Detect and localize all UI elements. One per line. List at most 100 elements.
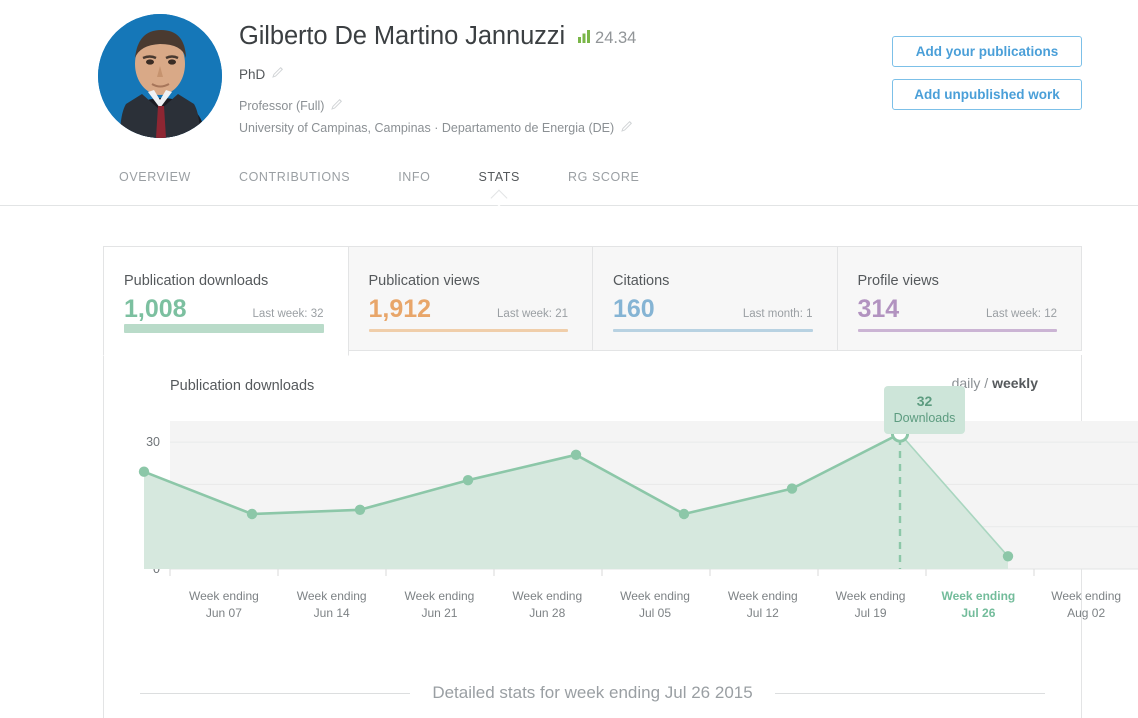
stat-card-subtext: Last week: 12	[986, 308, 1057, 320]
stat-cards: Publication downloads 1,008 Last week: 3…	[103, 246, 1082, 356]
pencil-icon[interactable]	[331, 97, 343, 115]
tab-overview[interactable]: OVERVIEW	[119, 170, 191, 198]
tooltip-label: Downloads	[893, 411, 956, 426]
affiliation-label: University of Campinas, Campinas · Depar…	[239, 121, 615, 135]
detailed-stats-title: Detailed stats for week ending Jul 26 20…	[432, 683, 753, 702]
x-label-jul-12[interactable]: Week ending Jul 12	[709, 588, 817, 623]
x-label-line1: Week ending	[188, 589, 259, 603]
data-point	[246, 508, 258, 520]
profile-header: Gilberto De Martino Jannuzzi 24.34 PhD P…	[0, 0, 1138, 170]
x-label-line2: Jun 14	[313, 606, 350, 621]
stat-card-title: Publication downloads	[124, 273, 269, 289]
svg-text:30: 30	[146, 435, 160, 449]
data-point	[786, 483, 798, 494]
x-label-line1: Week ending	[296, 589, 367, 603]
x-label-jul-19[interactable]: Week ending Jul 19	[817, 588, 925, 623]
x-label-line1: Week ending	[620, 589, 690, 603]
affiliation-row: University of Campinas, Campinas · Depar…	[239, 119, 636, 137]
tab-info[interactable]: INFO	[398, 170, 430, 198]
x-label-jun-14[interactable]: Week ending Jun 14	[278, 588, 386, 623]
stat-card-value: 1,912	[368, 295, 432, 323]
x-label-jun-21[interactable]: Week ending Jun 21	[386, 588, 494, 623]
stat-card-value: 160	[613, 295, 655, 323]
profile-photo-graphic	[98, 14, 222, 138]
tooltip-value: 32	[916, 393, 933, 409]
x-label-jun-07[interactable]: Week ending Jun 07	[170, 588, 278, 623]
x-label-line2: Jun 28	[529, 606, 566, 621]
stat-card-profile-views[interactable]: Profile views 314 Last week: 12	[837, 246, 1082, 351]
chart-plot-area[interactable]: 30 20 0 x . . . . 20 20 20 10	[104, 386, 1138, 623]
x-label-line1: Week ending	[941, 589, 1016, 603]
data-point	[462, 475, 474, 486]
stat-card-underline	[368, 329, 568, 332]
data-point	[678, 508, 690, 520]
x-label-line1: Week ending	[404, 589, 475, 603]
x-label-line2: Jun 21	[421, 606, 458, 621]
position-row: Professor (Full)	[239, 97, 636, 115]
data-point	[570, 449, 582, 460]
pencil-icon[interactable]	[272, 65, 284, 83]
data-point	[1002, 551, 1014, 562]
x-label-line2: Jul 19	[854, 606, 887, 621]
identity-block: Gilberto De Martino Jannuzzi 24.34 PhD P…	[239, 22, 636, 141]
page-title: Gilberto De Martino Jannuzzi	[239, 22, 566, 50]
avatar[interactable]	[98, 14, 222, 138]
x-label-aug-02[interactable]: Week ending Aug 02	[1032, 588, 1138, 623]
x-label-jul-26[interactable]: Week ending Jul 26	[924, 588, 1032, 623]
degree-row: PhD	[239, 65, 636, 83]
pencil-icon[interactable]	[621, 119, 633, 137]
tab-stats[interactable]: STATS	[479, 170, 520, 198]
x-label-jul-05[interactable]: Week ending Jul 05	[601, 588, 709, 623]
meta-block: Professor (Full) University of Campinas,…	[239, 97, 636, 137]
stat-card-underline	[613, 329, 813, 332]
granularity-weekly[interactable]: weekly	[992, 375, 1038, 391]
header-actions: Add your publications Add unpublished wo…	[892, 36, 1082, 110]
stat-card-publication-downloads[interactable]: Publication downloads 1,008 Last week: 3…	[103, 246, 349, 356]
stat-card-subtext: Last week: 21	[497, 308, 568, 320]
add-unpublished-work-button[interactable]: Add unpublished work	[892, 79, 1082, 110]
x-label-line1: Week ending	[727, 589, 798, 603]
stat-card-underline	[124, 324, 324, 333]
x-label-jun-28[interactable]: Week ending Jun 28	[493, 588, 601, 623]
profile-nav-tabs: OVERVIEW CONTRIBUTIONS INFO STATS RG SCO…	[0, 170, 1138, 206]
downloads-area-chart[interactable]: 30 20 0 x . . . . 20 20 20 10	[104, 408, 1138, 588]
stats-section: Publication downloads 1,008 Last week: 3…	[0, 206, 1138, 718]
detailed-stats-header: Detailed stats for week ending Jul 26 20…	[140, 683, 1045, 703]
nav-list: OVERVIEW CONTRIBUTIONS INFO STATS RG SCO…	[119, 170, 1138, 198]
granularity-separator: /	[980, 375, 993, 391]
x-label-line1: Week ending	[1051, 589, 1122, 603]
chart-tooltip: 32 Downloads	[884, 386, 965, 435]
stat-card-underline	[857, 329, 1057, 332]
divider-left	[140, 692, 411, 694]
rg-score-badge[interactable]: 24.34	[578, 29, 636, 48]
name-row: Gilberto De Martino Jannuzzi 24.34	[239, 22, 636, 51]
x-label-line1: Week ending	[835, 589, 906, 603]
stat-card-publication-views[interactable]: Publication views 1,912 Last week: 21	[348, 246, 593, 351]
stat-card-subtext: Last month: 1	[742, 308, 813, 320]
stat-card-subtext: Last week: 32	[252, 308, 324, 320]
data-point	[354, 504, 366, 515]
chart-title: Publication downloads	[170, 378, 315, 394]
x-label-line2: Aug 02	[1067, 606, 1106, 621]
x-label-line2: Jul 26	[961, 606, 996, 621]
tab-rg-score[interactable]: RG SCORE	[568, 170, 639, 198]
rg-score-value: 24.34	[595, 29, 637, 47]
position-label: Professor (Full)	[239, 99, 325, 113]
x-label-line2: Jul 05	[639, 606, 672, 621]
x-label-line2: Jul 12	[746, 606, 779, 621]
data-point	[138, 466, 150, 477]
bar-chart-icon	[578, 29, 591, 48]
x-label-line2: Jun 07	[205, 606, 242, 621]
stat-card-title: Publication views	[368, 273, 480, 289]
stat-card-value: 1,008	[124, 295, 187, 323]
add-publications-button[interactable]: Add your publications	[892, 36, 1082, 67]
x-axis-labels: Week ending Jun 07 Week ending Jun 14 We…	[170, 588, 1138, 623]
stat-card-citations[interactable]: Citations 160 Last month: 1	[593, 246, 838, 351]
stat-card-title: Profile views	[857, 273, 939, 289]
tab-contributions[interactable]: CONTRIBUTIONS	[239, 170, 350, 198]
stat-card-value: 314	[857, 295, 900, 323]
degree-label: PhD	[239, 66, 266, 82]
stat-card-title: Citations	[613, 273, 670, 289]
x-label-line1: Week ending	[512, 589, 583, 603]
chart-panel: Publication downloads daily / weekly 30 …	[103, 355, 1138, 718]
